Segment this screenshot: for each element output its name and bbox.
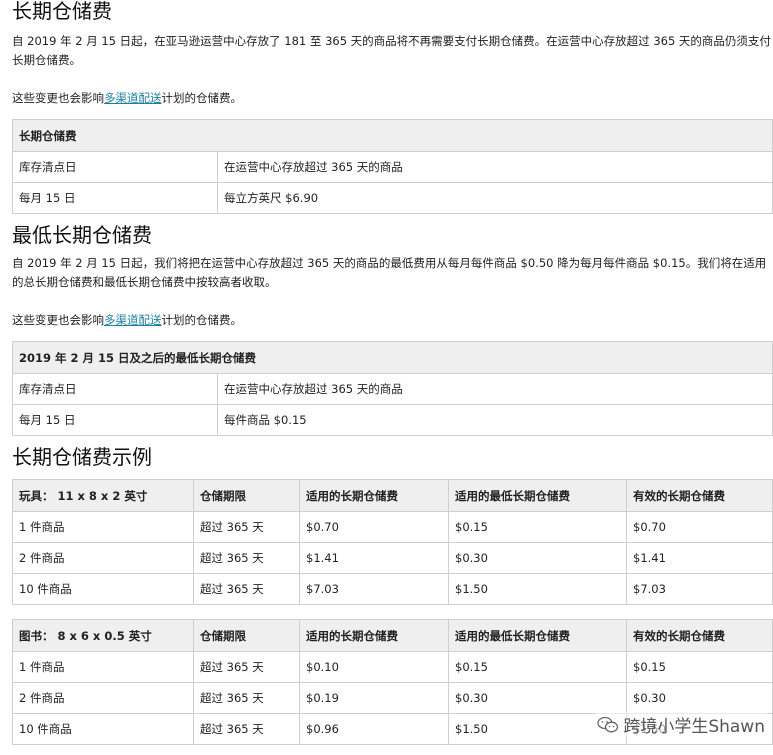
toys-example-table: 玩具： 11 x 8 x 2 英寸 仓储期限 适用的长期仓储费 适用的最低长期仓… xyxy=(12,479,773,605)
table-caption: 2019 年 2 月 15 日及之后的最低长期仓储费 xyxy=(12,341,773,374)
section-title-long-term-storage: 长期仓储费 xyxy=(12,0,112,23)
table-header-cell: 图书： 8 x 6 x 0.5 英寸 xyxy=(12,619,194,652)
minimum-fee-table: 2019 年 2 月 15 日及之后的最低长期仓储费 库存清点日 在运营中心存放… xyxy=(12,341,773,436)
table-row: 2 件商品 超过 365 天 $0.19 $0.30 $0.30 xyxy=(12,682,773,714)
table-header-cell: 库存清点日 xyxy=(12,151,218,183)
document: 长期仓储费 自 2019 年 2 月 15 日起，在亚马逊运营中心存放了 181… xyxy=(12,0,773,745)
table-header-cell: 在运营中心存放超过 365 天的商品 xyxy=(217,373,773,405)
table-caption: 长期仓储费 xyxy=(12,119,773,152)
table-cell: 每件商品 $0.15 xyxy=(217,404,773,436)
table-row: 2 件商品 超过 365 天 $1.41 $0.30 $1.41 xyxy=(12,542,773,574)
table-header-cell: 适用的最低长期仓储费 xyxy=(448,619,627,652)
paragraph: 这些变更也会影响多渠道配送计划的仓储费。 xyxy=(12,313,242,327)
table-header-cell: 有效的长期仓储费 xyxy=(626,619,773,652)
paragraph: 自 2019 年 2 月 15 日起，我们将把在运营中心存放超过 365 天的商… xyxy=(12,256,767,289)
table-header-cell: 适用的长期仓储费 xyxy=(299,479,449,512)
table-header-cell: 仓储期限 xyxy=(193,619,300,652)
table-row: 1 件商品 超过 365 天 $0.70 $0.15 $0.70 xyxy=(12,511,773,543)
section-title-examples: 长期仓储费示例 xyxy=(12,445,152,469)
table-header-cell: 在运营中心存放超过 365 天的商品 xyxy=(217,151,773,183)
paragraph: 这些变更也会影响多渠道配送计划的仓储费。 xyxy=(12,91,242,105)
table-cell: 每立方英尺 $6.90 xyxy=(217,182,773,214)
section-title-minimum-fee: 最低长期仓储费 xyxy=(12,223,152,247)
table-header-cell: 库存清点日 xyxy=(12,373,218,405)
table-cell: 每月 15 日 xyxy=(12,404,218,436)
mcf-link[interactable]: 多渠道配送 xyxy=(104,91,162,105)
table-header-cell: 仓储期限 xyxy=(193,479,300,512)
table-header-cell: 适用的长期仓储费 xyxy=(299,619,449,652)
table-header-cell: 适用的最低长期仓储费 xyxy=(448,479,627,512)
mcf-link[interactable]: 多渠道配送 xyxy=(104,313,162,327)
table-row: 1 件商品 超过 365 天 $0.10 $0.15 $0.15 xyxy=(12,651,773,683)
table-header-cell: 玩具： 11 x 8 x 2 英寸 xyxy=(12,479,194,512)
wechat-icon xyxy=(597,716,619,732)
long-term-fee-table: 长期仓储费 库存清点日 在运营中心存放超过 365 天的商品 每月 15 日 每… xyxy=(12,119,773,214)
table-row: 10 件商品 超过 365 天 $7.03 $1.50 $7.03 xyxy=(12,573,773,605)
paragraph: 自 2019 年 2 月 15 日起，在亚马逊运营中心存放了 181 至 365… xyxy=(12,34,771,67)
watermark-text: 跨境小学生Shawn xyxy=(623,717,765,737)
watermark: 跨境小学生Shawn xyxy=(595,712,767,737)
table-header-cell: 有效的长期仓储费 xyxy=(626,479,773,512)
table-cell: 每月 15 日 xyxy=(12,182,218,214)
